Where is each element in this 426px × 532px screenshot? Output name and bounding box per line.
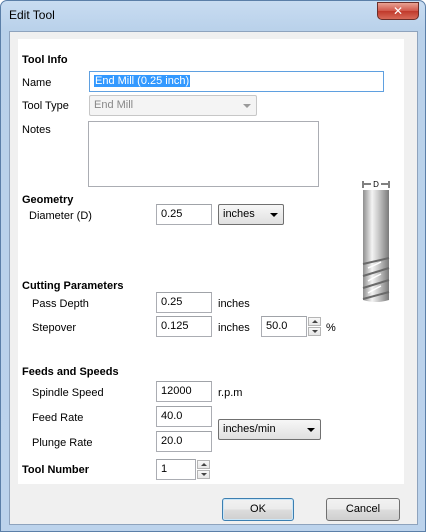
spin-up-icon[interactable] [308, 317, 321, 326]
plunge-rate-input[interactable]: 20.0 [156, 431, 212, 452]
feeds-speeds-heading: Feeds and Speeds [22, 366, 119, 378]
spin-down-icon[interactable] [308, 327, 321, 336]
diameter-units-value: inches [223, 208, 255, 220]
spindle-speed-unit: r.p.m [218, 387, 243, 399]
tool-info-heading: Tool Info [22, 54, 68, 66]
diameter-input[interactable]: 0.25 [156, 204, 212, 225]
feed-rate-input[interactable]: 40.0 [156, 406, 212, 427]
pass-depth-input[interactable]: 0.25 [156, 292, 212, 313]
cutting-params-heading: Cutting Parameters [22, 280, 124, 292]
close-button[interactable]: ✕ [377, 2, 419, 20]
diameter-units-select[interactable]: inches [218, 204, 284, 225]
name-input-value: End Mill (0.25 inch) [94, 75, 191, 87]
end-mill-diagram: D [362, 179, 390, 302]
chevron-down-icon [307, 428, 315, 432]
spindle-speed-label: Spindle Speed [32, 387, 104, 399]
tool-type-select[interactable]: End Mill [89, 95, 257, 116]
diameter-dimension-label: D [373, 180, 379, 189]
tool-type-value: End Mill [94, 99, 134, 111]
stepover-percent-input[interactable]: 50.0 [261, 316, 307, 337]
pass-depth-unit: inches [218, 298, 250, 310]
name-label: Name [22, 77, 52, 89]
pass-depth-label: Pass Depth [32, 298, 89, 310]
stepover-percent-spinner[interactable] [308, 317, 321, 336]
stepover-unit: inches [218, 322, 250, 334]
feed-rate-label: Feed Rate [32, 412, 84, 424]
dialog-client-area: Tool Info Name End Mill (0.25 inch) Tool… [9, 31, 418, 525]
ok-button[interactable]: OK [222, 498, 294, 521]
tool-type-label: Tool Type [22, 100, 69, 112]
plunge-rate-label: Plunge Rate [32, 437, 93, 449]
tool-number-spinner[interactable] [197, 460, 210, 479]
settings-panel: Tool Info Name End Mill (0.25 inch) Tool… [18, 39, 404, 484]
name-input[interactable]: End Mill (0.25 inch) [89, 71, 384, 92]
spin-up-icon[interactable] [197, 460, 210, 469]
stepover-label: Stepover [32, 322, 77, 334]
spindle-speed-input[interactable]: 12000 [156, 381, 212, 402]
edit-tool-dialog: Edit Tool ✕ Tool Info Name End Mill (0.2… [0, 0, 426, 532]
geometry-heading: Geometry [22, 194, 74, 206]
tool-shank [363, 190, 389, 258]
window-title: Edit Tool [9, 8, 55, 22]
title-bar[interactable]: Edit Tool ✕ [1, 1, 425, 31]
rate-units-value: inches/min [223, 423, 276, 435]
percent-sign: % [326, 322, 336, 334]
diameter-label: Diameter (D) [29, 210, 92, 222]
notes-textarea[interactable] [88, 121, 319, 187]
notes-label: Notes [22, 124, 51, 136]
close-icon: ✕ [392, 4, 404, 18]
chevron-down-icon [243, 104, 251, 108]
spin-down-icon[interactable] [197, 470, 210, 479]
tool-number-label: Tool Number [22, 464, 90, 476]
chevron-down-icon [270, 213, 278, 217]
rate-units-select[interactable]: inches/min [218, 419, 321, 440]
stepover-input[interactable]: 0.125 [156, 316, 212, 337]
cancel-button[interactable]: Cancel [326, 498, 400, 521]
tool-number-input[interactable]: 1 [156, 459, 196, 480]
